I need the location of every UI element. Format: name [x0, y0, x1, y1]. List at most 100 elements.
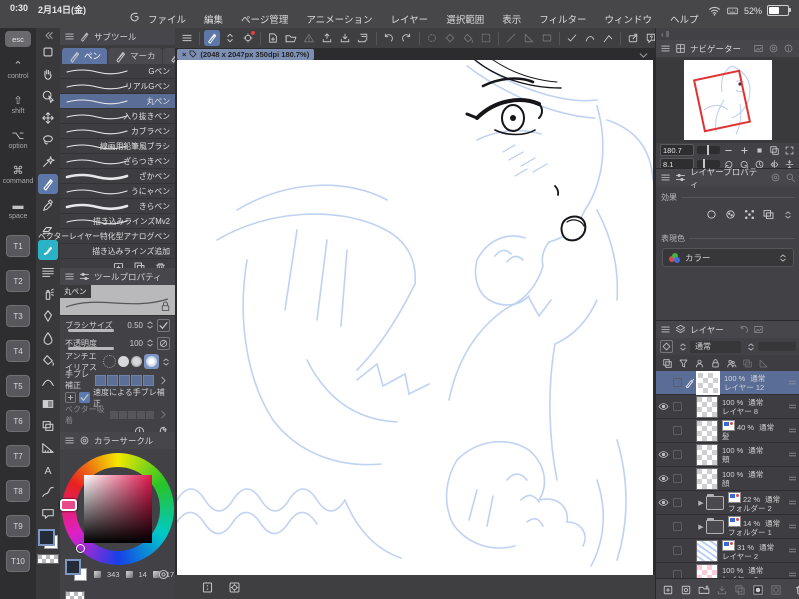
- layer-thumbnail[interactable]: [696, 371, 720, 395]
- navigator-header[interactable]: ナビゲーター: [656, 40, 799, 57]
- layer-panel-header[interactable]: レイヤー: [656, 321, 799, 338]
- layer-grip-icon[interactable]: [789, 523, 796, 530]
- layer-select-checkbox[interactable]: [671, 474, 683, 483]
- layer-mask-button[interactable]: [752, 584, 764, 596]
- pen-curve-icon[interactable]: [582, 30, 598, 46]
- subtool-item-きらペン[interactable]: きらペン: [60, 199, 175, 214]
- layer-grip-icon[interactable]: [789, 475, 796, 482]
- layer-select-checkbox[interactable]: [671, 498, 683, 507]
- rect-icon[interactable]: [539, 30, 555, 46]
- layer-grip-icon[interactable]: [789, 547, 796, 554]
- register-view-icon[interactable]: [201, 581, 214, 594]
- panel-menu-icon[interactable]: [64, 435, 75, 446]
- layer-comp-tab-icon[interactable]: [753, 324, 764, 335]
- edge-key-esc[interactable]: esc: [5, 31, 31, 47]
- navigator-thumbnail[interactable]: [684, 60, 772, 140]
- tool-lines[interactable]: [38, 262, 58, 282]
- tool-pen-selected[interactable]: [38, 174, 58, 194]
- collapse-panel-icon[interactable]: [42, 29, 55, 41]
- zoom-slider[interactable]: [696, 145, 720, 155]
- zoom-value[interactable]: 180.7: [660, 144, 694, 156]
- new-folder-button[interactable]: [698, 584, 710, 596]
- tool-fill[interactable]: [38, 350, 58, 370]
- lock-layer-icon[interactable]: [694, 358, 705, 369]
- subtool-tab-ペン[interactable]: ペン: [62, 48, 108, 64]
- subtool-item-描き込みラインズMv2[interactable]: 描き込みラインズMv2: [60, 214, 175, 229]
- panel-menu-icon[interactable]: [64, 31, 75, 42]
- stabilize-expand-icon[interactable]: [157, 374, 170, 387]
- menu-フィルター[interactable]: フィルター: [539, 12, 586, 26]
- gradient-tri-icon[interactable]: [521, 30, 537, 46]
- layer-thumbnail[interactable]: [696, 419, 718, 442]
- zoom-out-button[interactable]: [723, 144, 735, 156]
- menu-ヘルプ[interactable]: ヘルプ: [670, 12, 699, 26]
- color-circle-header[interactable]: カラーサークル: [60, 432, 175, 449]
- subtool-item-描き込みラインズ追加[interactable]: 描き込みラインズ追加: [60, 244, 175, 259]
- panel-menu-icon[interactable]: [64, 271, 75, 282]
- layer-grip-icon[interactable]: [789, 499, 796, 506]
- foreground-color-swatch[interactable]: [65, 559, 81, 575]
- redo-icon[interactable]: [399, 30, 415, 46]
- menu-ページ管理[interactable]: ページ管理: [241, 12, 288, 26]
- subtool-item-ベクターレイヤー特化型アナログペン[interactable]: ベクターレイヤー特化型アナログペン: [38, 229, 175, 244]
- clip-at-layer-icon[interactable]: [662, 358, 673, 369]
- tool-blend[interactable]: [38, 328, 58, 348]
- marquee-icon[interactable]: [478, 30, 494, 46]
- subtool-item-線画用鉛筆風ブラシ[interactable]: 線画用鉛筆風ブラシ: [60, 139, 175, 154]
- panel-menu-icon[interactable]: [660, 324, 671, 335]
- transparent-color-swatch[interactable]: [37, 554, 59, 564]
- stabilize-segments[interactable]: [95, 374, 155, 386]
- antialias-none[interactable]: [103, 355, 116, 368]
- layer-thumbnail[interactable]: [696, 539, 718, 562]
- edge-key-t5[interactable]: T5: [6, 375, 30, 397]
- tool-frame[interactable]: [38, 416, 58, 436]
- tool-brush[interactable]: [38, 240, 58, 260]
- layer-property-header[interactable]: レイヤープロパティ: [656, 167, 799, 189]
- canvas[interactable]: [177, 60, 653, 575]
- layer-color-icon[interactable]: [762, 208, 775, 221]
- palette-drop-icon[interactable]: [660, 340, 673, 353]
- layer-visible-eye-icon[interactable]: [656, 473, 671, 484]
- subtool-item-うにゃペン[interactable]: うにゃペン: [60, 184, 175, 199]
- effect-stepper[interactable]: [784, 208, 792, 221]
- lock-icon[interactable]: [159, 300, 172, 313]
- edge-key-t4[interactable]: T4: [6, 340, 30, 362]
- edge-key-control[interactable]: ⌃ control: [3, 54, 33, 87]
- subtool-item-リアルGペン[interactable]: リアルGペン: [60, 79, 175, 94]
- transparent-color-swatch[interactable]: [65, 591, 85, 599]
- antialias-stepper[interactable]: [162, 357, 170, 367]
- pen-check-icon[interactable]: [564, 30, 580, 46]
- layer-row-レイヤー 2[interactable]: 31 % 通常 レイヤー 2: [656, 539, 799, 563]
- antialias-middle[interactable]: [131, 356, 142, 367]
- tool-balloon[interactable]: [38, 504, 58, 524]
- menu-icon[interactable]: [179, 30, 195, 46]
- tool-ruler[interactable]: [38, 438, 58, 458]
- tool-lasso[interactable]: [38, 130, 58, 150]
- tool-property-header[interactable]: ツールプロパティ: [60, 268, 175, 285]
- animation-tab-icon[interactable]: [770, 172, 781, 183]
- tone-effect-icon[interactable]: [724, 208, 737, 221]
- edge-key-t10[interactable]: T10: [6, 550, 30, 572]
- menu-選択範囲[interactable]: 選択範囲: [446, 12, 484, 26]
- open-folder-icon[interactable]: [283, 30, 299, 46]
- antialias-strong-selected[interactable]: [144, 354, 159, 369]
- layer-row-フォルダー 2[interactable]: ▶ 22 % 通常 フォルダー 2: [656, 491, 799, 515]
- menu-ウィンドウ[interactable]: ウィンドウ: [605, 12, 653, 26]
- edge-key-shift[interactable]: ⇧ shift: [3, 89, 33, 122]
- subtool-tab-マーカ[interactable]: マーカ: [108, 48, 162, 64]
- foreground-color-swatch[interactable]: [38, 529, 55, 546]
- tool-gradient[interactable]: [38, 394, 58, 414]
- layer-select-checkbox[interactable]: [671, 522, 683, 531]
- layer-grip-icon[interactable]: [789, 379, 796, 386]
- sv-square[interactable]: [83, 475, 152, 543]
- palette-stepper[interactable]: [679, 342, 687, 352]
- tool-move-layer[interactable]: [38, 108, 58, 128]
- extract-line-icon[interactable]: [743, 208, 756, 221]
- antialias-weak[interactable]: [118, 356, 129, 367]
- tool-decoration[interactable]: [38, 306, 58, 326]
- layer-row-髪[interactable]: 40 % 通常髪: [656, 419, 799, 443]
- opacity-value[interactable]: 100: [130, 339, 143, 348]
- edge-key-t7[interactable]: T7: [6, 445, 30, 467]
- blend-mode-select[interactable]: 通常: [690, 340, 741, 353]
- menu-アニメーション[interactable]: アニメーション: [306, 12, 372, 26]
